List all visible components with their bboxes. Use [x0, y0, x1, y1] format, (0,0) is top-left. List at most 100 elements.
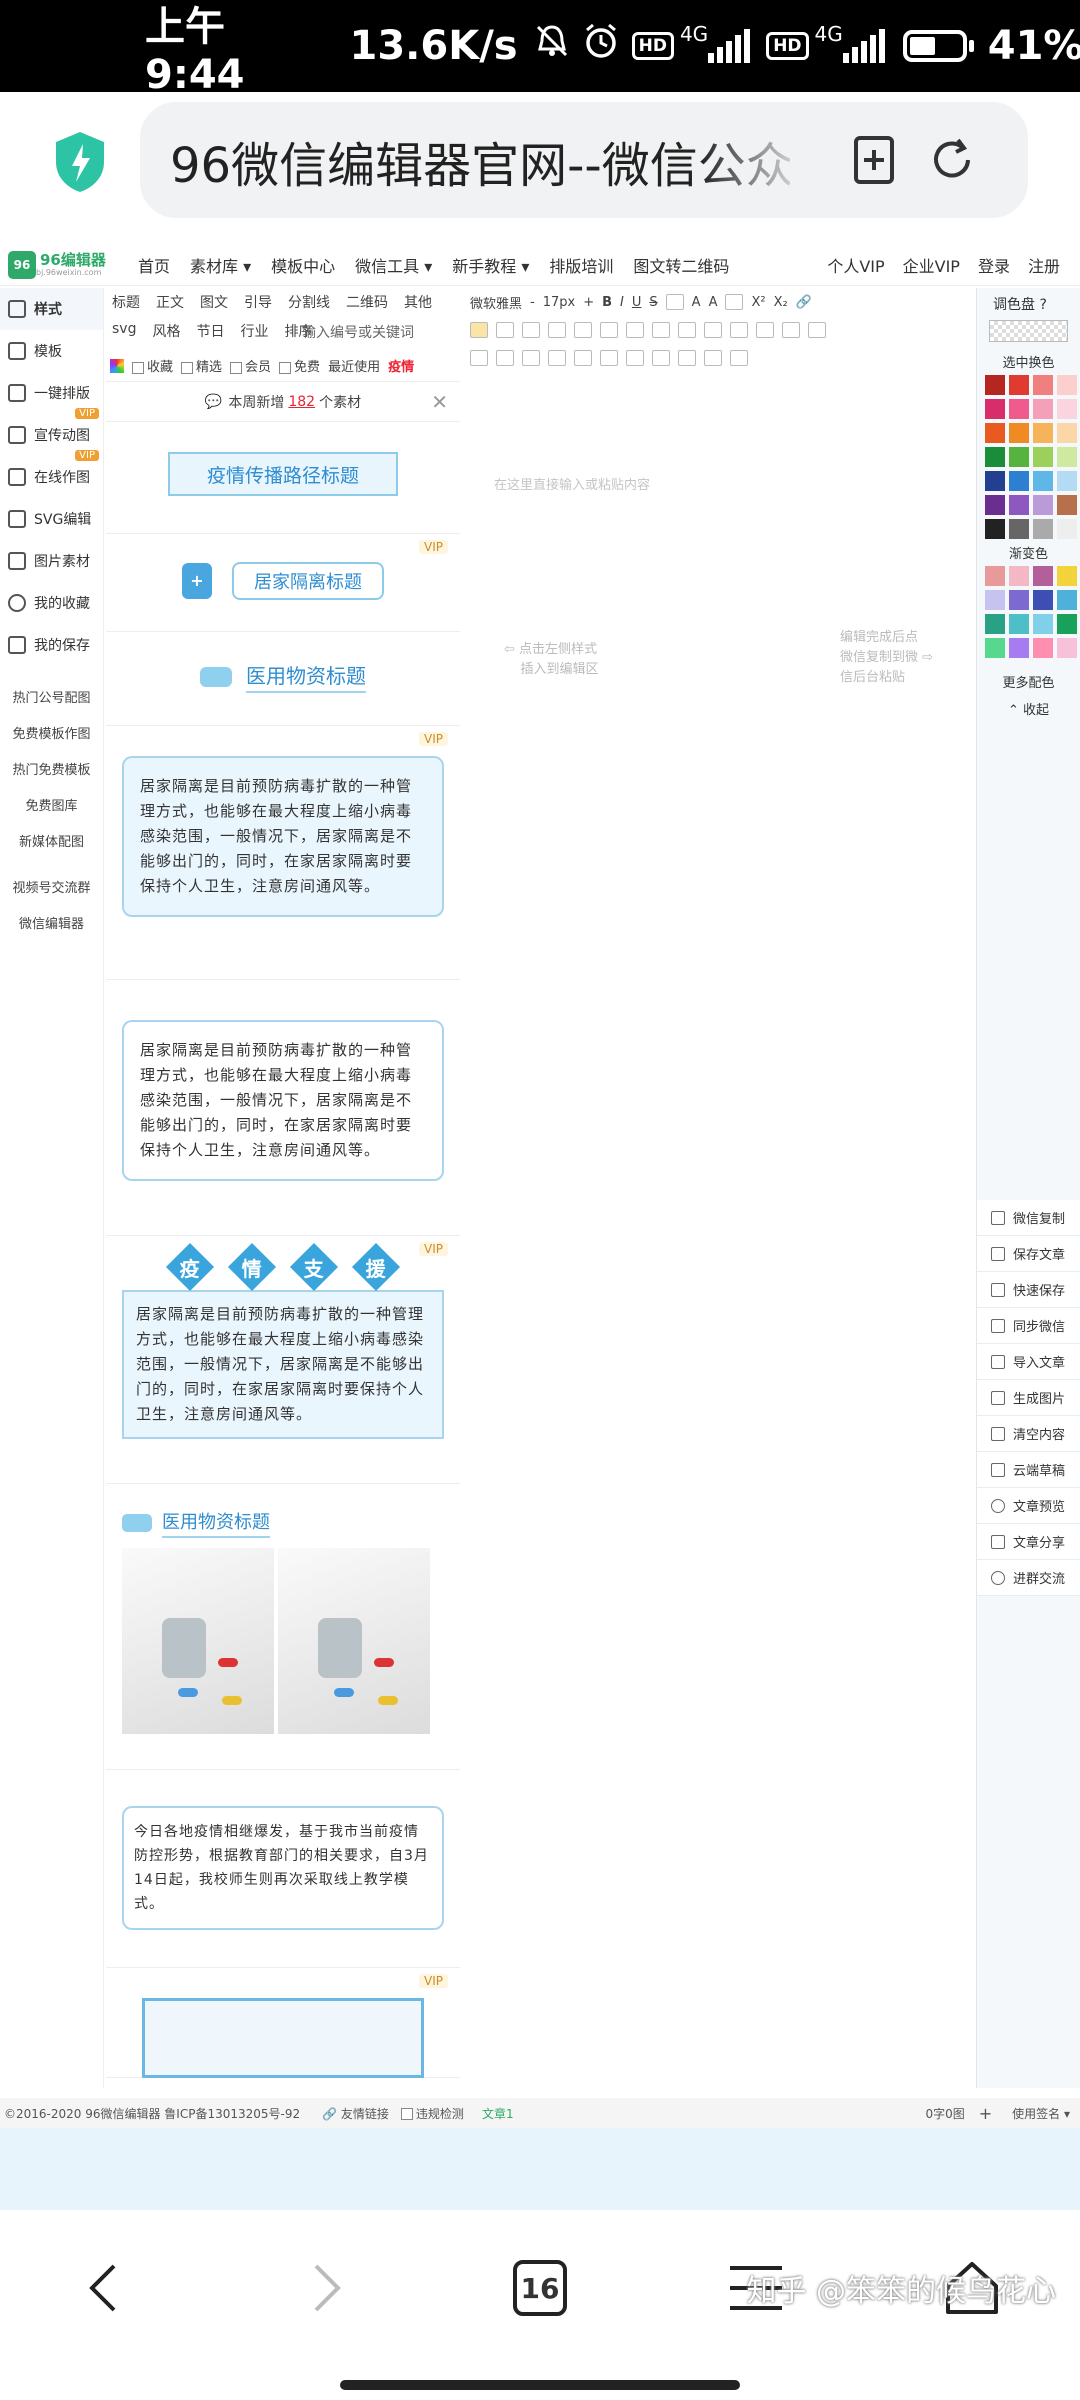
add-doc-icon[interactable]: + — [979, 2104, 992, 2123]
color-swatch[interactable] — [1057, 566, 1077, 586]
link-icon[interactable]: 🔗 — [796, 295, 812, 310]
help-icon[interactable]: ? — [1039, 297, 1046, 313]
filter-epidemic[interactable]: 疫情 — [388, 356, 414, 375]
violation-check[interactable]: 违规检测 — [400, 2105, 464, 2122]
color-filter-icon[interactable] — [110, 358, 124, 373]
close-icon[interactable]: ✕ — [431, 390, 448, 414]
cat-industry[interactable]: 行业 — [240, 321, 268, 346]
cat-qrcode[interactable]: 二维码 — [346, 292, 388, 317]
color-swatch[interactable] — [1009, 423, 1029, 443]
cat-style[interactable]: 风格 — [152, 321, 180, 346]
register-link[interactable]: 注册 — [1028, 253, 1060, 277]
collapse-link[interactable]: ⌃ 收起 — [977, 695, 1080, 722]
nav-training[interactable]: 排版培训 — [549, 253, 613, 277]
format-icon[interactable] — [665, 294, 684, 310]
direction-icon[interactable] — [678, 322, 696, 338]
color-swatch[interactable] — [1057, 471, 1077, 491]
action-quick-save[interactable]: 快速保存 — [977, 1272, 1080, 1308]
sidebar-link-video-group[interactable]: 视频号交流群 — [0, 868, 103, 904]
color-swatch[interactable] — [1057, 375, 1077, 395]
filter-featured[interactable]: 精选 — [181, 356, 222, 375]
color-swatch[interactable] — [1057, 399, 1077, 419]
justify-icon[interactable] — [548, 322, 566, 338]
color-swatch[interactable] — [1057, 495, 1077, 515]
clear-format-icon[interactable] — [600, 350, 618, 366]
action-join-group[interactable]: 进群交流 — [977, 1560, 1080, 1596]
html-icon[interactable] — [470, 350, 488, 366]
color-swatch[interactable] — [1009, 519, 1029, 539]
underline-button[interactable]: U — [632, 295, 642, 310]
action-save-article[interactable]: 保存文章 — [977, 1236, 1080, 1272]
color-swatch[interactable] — [1033, 566, 1053, 586]
action-clear[interactable]: 清空内容 — [977, 1416, 1080, 1452]
color-swatch[interactable] — [1033, 471, 1053, 491]
color-swatch[interactable] — [1009, 375, 1029, 395]
material-search-input[interactable]: 输入编号或关键词 — [302, 322, 414, 342]
color-swatch[interactable] — [1009, 495, 1029, 515]
strike-button[interactable]: S — [649, 295, 657, 310]
cat-guide[interactable]: 引导 — [244, 292, 272, 317]
color-swatch[interactable] — [1009, 638, 1029, 658]
copy-icon[interactable] — [548, 350, 566, 366]
color-swatch[interactable] — [985, 519, 1005, 539]
sidebar-item-styles[interactable]: 样式 — [0, 288, 103, 330]
sidebar-link-hot-images[interactable]: 热门公号配图 — [0, 678, 103, 714]
home-indicator[interactable] — [340, 2380, 740, 2390]
color-swatch[interactable] — [985, 399, 1005, 419]
page-title[interactable]: 96微信编辑器官网--微信公众平 — [170, 126, 790, 196]
sidebar-item-favorites[interactable]: 我的收藏 — [0, 582, 103, 624]
color-swatch[interactable] — [1033, 590, 1053, 610]
color-picker-input[interactable] — [989, 320, 1068, 342]
bg-color-icon[interactable]: A — [709, 295, 718, 310]
sidebar-link-hot-free-templates[interactable]: 热门免费模板 — [0, 750, 103, 786]
filter-member[interactable]: 会员 — [230, 356, 271, 375]
paste-icon[interactable] — [574, 350, 592, 366]
new-count[interactable]: 182 — [288, 394, 315, 410]
color-swatch[interactable] — [1009, 447, 1029, 467]
font-size-select[interactable]: 17px — [543, 295, 576, 310]
video-icon[interactable] — [756, 322, 774, 338]
action-share[interactable]: 文章分享 — [977, 1524, 1080, 1560]
align-right-icon[interactable] — [522, 322, 540, 338]
symbol-icon[interactable] — [678, 350, 696, 366]
cat-divider[interactable]: 分割线 — [288, 292, 330, 317]
color-swatch[interactable] — [985, 566, 1005, 586]
action-preview[interactable]: 文章预览 — [977, 1488, 1080, 1524]
color-swatch[interactable] — [1033, 399, 1053, 419]
color-swatch[interactable] — [1057, 590, 1077, 610]
color-swatch[interactable] — [1009, 471, 1029, 491]
sidebar-link-editor[interactable]: 微信编辑器 — [0, 904, 103, 940]
cat-svg[interactable]: svg — [112, 321, 136, 346]
material-card-1[interactable]: 疫情传播路径标题 — [106, 422, 460, 534]
superscript-icon[interactable]: X² — [751, 295, 765, 310]
sidebar-link-free-template-draw[interactable]: 免费模板作图 — [0, 714, 103, 750]
color-swatch[interactable] — [1057, 423, 1077, 443]
redo-icon[interactable] — [522, 350, 540, 366]
nav-materials[interactable]: 素材库 ▾ — [190, 253, 251, 277]
shield-icon[interactable] — [52, 130, 108, 194]
list-icon[interactable] — [652, 322, 670, 338]
music-icon[interactable] — [782, 322, 800, 338]
color-swatch[interactable] — [1057, 447, 1077, 467]
action-wechat-copy[interactable]: 微信复制 — [977, 1200, 1080, 1236]
map-icon[interactable] — [808, 322, 826, 338]
image-icon[interactable] — [730, 322, 748, 338]
action-import[interactable]: 导入文章 — [977, 1344, 1080, 1380]
color-swatch[interactable] — [1033, 423, 1053, 443]
sidebar-item-saved[interactable]: 我的保存 — [0, 624, 103, 666]
nav-templates[interactable]: 模板中心 — [271, 253, 335, 277]
material-card-8[interactable]: 今日各地疫情相继爆发，基于我市当前疫情防控形势，根据教育部门的相关要求，自3月1… — [106, 1770, 460, 1968]
material-card-6[interactable]: VIP 疫 情 支 援 居家隔离是目前预防病毒扩散的一种管理方式，也能够在最大程… — [106, 1236, 460, 1484]
color-swatch[interactable] — [1057, 614, 1077, 634]
color-swatch[interactable] — [985, 423, 1005, 443]
filter-favorites[interactable]: 收藏 — [132, 356, 173, 375]
sidebar-link-media-images[interactable]: 新媒体配图 — [0, 822, 103, 858]
align-left-icon[interactable] — [470, 322, 488, 338]
forward-button[interactable] — [286, 2248, 366, 2328]
filter-free[interactable]: 免费 — [279, 356, 320, 375]
line-height-icon[interactable] — [600, 322, 618, 338]
tabs-button[interactable]: 16 — [500, 2248, 580, 2328]
material-card-5[interactable]: 居家隔离是目前预防病毒扩散的一种管理方式，也能够在最大程度上缩小病毒感染范围，一… — [106, 980, 460, 1236]
sidebar-item-templates[interactable]: 模板 — [0, 330, 103, 372]
cat-image-text[interactable]: 图文 — [200, 292, 228, 317]
